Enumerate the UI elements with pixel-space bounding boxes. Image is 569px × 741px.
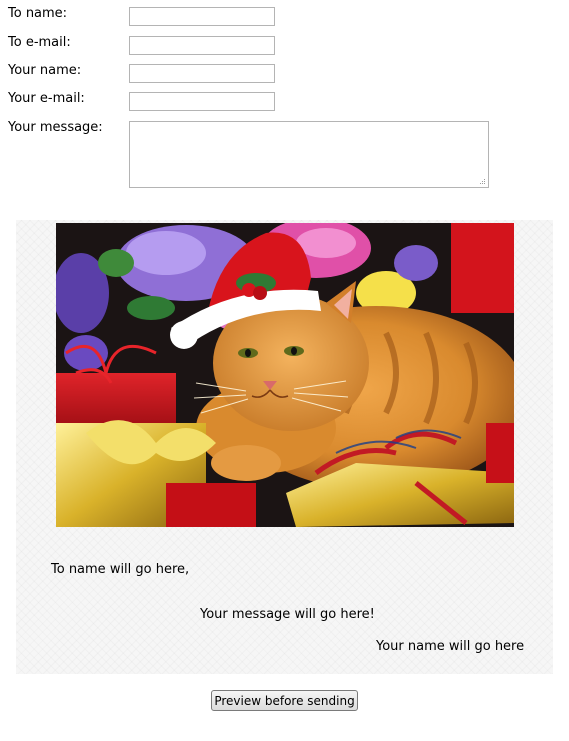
your-name-label: Your name:	[8, 63, 82, 78]
your-email-label: Your e-mail:	[8, 91, 85, 106]
message-textarea[interactable]	[129, 121, 489, 188]
card-message: Your message will go here!	[200, 607, 375, 622]
to-name-input[interactable]	[129, 7, 275, 26]
your-name-input[interactable]	[129, 64, 275, 83]
your-email-input[interactable]	[129, 92, 275, 111]
preview-button[interactable]: Preview before sending	[211, 690, 358, 711]
to-email-input[interactable]	[129, 36, 275, 55]
cat-photo-illustration	[56, 223, 514, 527]
to-name-label: To name:	[8, 6, 68, 21]
card-greeting: To name will go here,	[51, 562, 190, 577]
card-signature: Your name will go here	[376, 639, 525, 654]
resize-grip-icon[interactable]	[478, 177, 486, 185]
to-email-label: To e-mail:	[8, 35, 71, 50]
card-photo	[56, 223, 514, 527]
your-message-label: Your message:	[8, 120, 103, 135]
ecard-preview: To name will go here, Your message will …	[16, 220, 553, 674]
